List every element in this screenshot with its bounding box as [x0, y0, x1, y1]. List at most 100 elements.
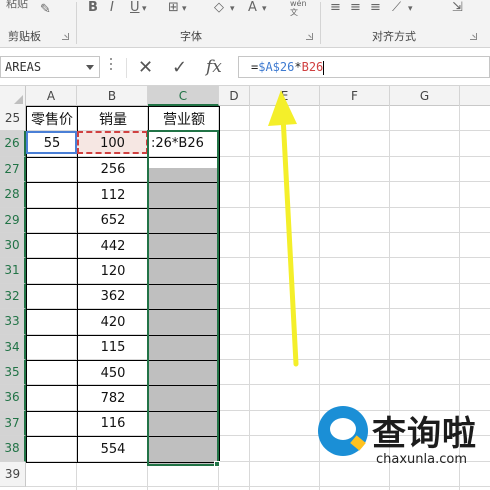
cell-a38[interactable] — [26, 436, 78, 463]
logo-chinese-text: 查询啦 — [372, 414, 477, 454]
select-all-corner[interactable] — [0, 86, 26, 106]
row-header-25[interactable]: 25 — [0, 106, 26, 132]
font-color-dropdown-icon[interactable]: ▾ — [262, 4, 267, 14]
row-header-30[interactable]: 30 — [0, 233, 26, 259]
cancel-icon[interactable]: ✕ — [138, 57, 153, 78]
underline-button[interactable]: U — [130, 0, 140, 15]
cell-b34[interactable]: 115 — [77, 334, 149, 361]
formula-input[interactable]: =$A$26*B26 — [238, 56, 490, 78]
column-header-c[interactable]: C — [148, 86, 219, 106]
formula-bar-separator — [126, 58, 127, 78]
row-header-27[interactable]: 27 — [0, 156, 26, 183]
cell-a33[interactable] — [26, 309, 78, 336]
fill-color-dropdown-icon[interactable]: ▾ — [230, 4, 235, 14]
row-header-35[interactable]: 35 — [0, 360, 26, 386]
cell-b29[interactable]: 652 — [77, 207, 149, 234]
italic-button[interactable]: I — [110, 0, 114, 15]
format-painter-icon[interactable]: ✎ — [40, 2, 51, 17]
row-header-38[interactable]: 38 — [0, 436, 26, 462]
column-header-b[interactable]: B — [77, 86, 148, 106]
orientation-icon[interactable]: ⟋ — [392, 0, 401, 15]
formula-bar-grip-icon[interactable] — [110, 58, 113, 76]
cell-a28[interactable] — [26, 182, 78, 209]
insert-function-icon[interactable]: fx — [206, 57, 222, 77]
borders-dropdown-icon[interactable]: ▾ — [182, 4, 187, 14]
row-header-36[interactable]: 36 — [0, 385, 26, 411]
cell-c25[interactable]: 营业额 — [148, 106, 220, 133]
cell-a34[interactable] — [26, 334, 78, 361]
cell-b25[interactable]: 销量 — [77, 106, 149, 133]
cell-a30[interactable] — [26, 233, 78, 260]
orientation-dropdown-icon[interactable]: ▾ — [408, 4, 413, 14]
cell-b32[interactable]: 362 — [77, 283, 149, 311]
watermark-logo: 查询啦 chaxunla.com — [318, 404, 486, 472]
cell-a37[interactable] — [26, 410, 78, 438]
formula-ref-absolute: $A$26 — [258, 60, 295, 74]
annotation-arrow-icon — [268, 90, 299, 367]
row-header-34[interactable]: 34 — [0, 334, 26, 360]
cell-b30[interactable]: 442 — [77, 233, 149, 260]
formula-bar: AREAS ✕ ✓ fx =$A$26*B26 — [0, 48, 490, 86]
bold-button[interactable]: B — [88, 0, 98, 15]
ribbon: 粘贴 ✎ 剪贴板 B I U ▾ ⊞ ▾ ◇ ▾ A ▾ wén 文 字体 ≡ … — [0, 0, 490, 48]
cell-a35[interactable] — [26, 360, 78, 387]
cell-b37[interactable]: 116 — [77, 410, 149, 438]
cell-b36[interactable]: 782 — [77, 385, 149, 412]
row-header-28[interactable]: 28 — [0, 182, 26, 208]
clipboard-launcher-icon[interactable] — [62, 33, 69, 40]
clipboard-group-label: 剪贴板 — [8, 30, 41, 43]
row-header-29[interactable]: 29 — [0, 207, 26, 233]
cell-a25[interactable]: 零售价 — [26, 106, 78, 133]
row-header-26[interactable]: 26 — [0, 131, 26, 157]
cell-a32[interactable] — [26, 283, 78, 311]
column-header-g[interactable]: G — [390, 86, 460, 106]
fill-handle[interactable] — [214, 461, 220, 467]
phonetic-guide-icon[interactable]: wén 文 — [290, 0, 307, 17]
column-header-d[interactable]: D — [219, 86, 250, 106]
column-header-a[interactable]: A — [26, 86, 77, 106]
cell-b31[interactable]: 120 — [77, 258, 149, 285]
font-group-label: 字体 — [180, 30, 202, 43]
gridline-horizontal — [26, 486, 490, 487]
group-separator — [320, 2, 321, 44]
selection-range-c26-c38 — [147, 130, 219, 466]
cell-a31[interactable] — [26, 258, 78, 285]
group-separator — [76, 2, 77, 44]
borders-icon[interactable]: ⊞ — [168, 0, 179, 15]
cell-a36[interactable] — [26, 385, 78, 412]
row-header-39[interactable]: 39 — [0, 461, 26, 487]
cell-b28[interactable]: 112 — [77, 182, 149, 209]
fill-color-icon[interactable]: ◇ — [214, 0, 224, 15]
cell-b38[interactable]: 554 — [77, 436, 149, 463]
font-launcher-icon[interactable] — [306, 33, 313, 40]
align-top-icon[interactable]: ≡ — [330, 0, 341, 15]
alignment-launcher-icon[interactable] — [470, 33, 477, 40]
worksheet-grid[interactable]: ABCDEFG 25 26 27 28 29 30 31 32 33 34 35 36 37 38 39 零… — [0, 86, 490, 490]
cell-b35[interactable]: 450 — [77, 360, 149, 387]
wrap-text-icon[interactable]: ⇲ — [452, 0, 463, 15]
logo-q-inner — [330, 418, 356, 440]
paste-partial-label: 粘贴 — [6, 0, 28, 10]
enter-icon[interactable]: ✓ — [172, 57, 187, 78]
text-caret — [323, 60, 325, 75]
cell-a29[interactable] — [26, 207, 78, 234]
name-box-dropdown-icon[interactable] — [86, 65, 94, 70]
cell-a27[interactable] — [26, 156, 78, 184]
row-header-37[interactable]: 37 — [0, 410, 26, 437]
cell-b33[interactable]: 420 — [77, 309, 149, 336]
align-middle-icon[interactable]: ≡ — [350, 0, 361, 15]
cell-a26[interactable]: 55 — [28, 133, 76, 153]
cell-b26[interactable]: 100 — [78, 133, 147, 153]
font-color-button[interactable]: A — [248, 0, 257, 15]
alignment-group-label: 对齐方式 — [372, 30, 416, 43]
align-bottom-icon[interactable]: ≡ — [370, 0, 381, 15]
row-header-33[interactable]: 33 — [0, 309, 26, 335]
row-header-32[interactable]: 32 — [0, 283, 26, 310]
formula-operator: * — [294, 60, 302, 74]
logo-domain-text: chaxunla.com — [376, 452, 467, 467]
row-header-31[interactable]: 31 — [0, 258, 26, 284]
underline-dropdown-icon[interactable]: ▾ — [142, 4, 147, 14]
cell-b27[interactable]: 256 — [77, 156, 149, 184]
formula-ref-relative: B26 — [301, 60, 324, 74]
name-box[interactable]: AREAS — [0, 56, 100, 78]
